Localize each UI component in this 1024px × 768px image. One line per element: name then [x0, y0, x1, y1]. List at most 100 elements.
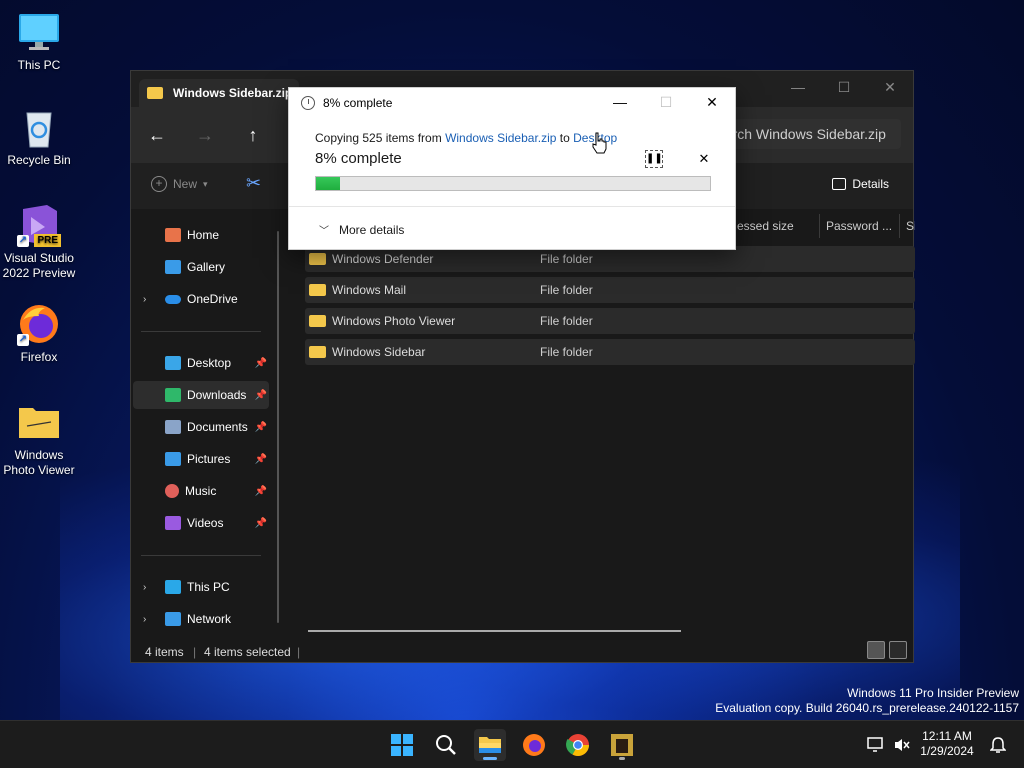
sidebar-label: Gallery [187, 260, 226, 274]
folder-icon [309, 253, 326, 265]
pin-icon[interactable]: 📌 [255, 358, 267, 369]
cloud-icon [165, 294, 181, 304]
sidebar-scrollbar[interactable] [277, 231, 279, 623]
search-button[interactable] [430, 729, 462, 761]
shortcut-arrow-icon: ↗ [17, 334, 29, 346]
back-button[interactable]: ← [145, 123, 169, 147]
copy-progress-dialog: 8% complete — ☐ ✕ Copying 525 items from… [288, 87, 736, 250]
new-button[interactable]: + New ▾ [151, 176, 208, 192]
dialog-title: 8% complete [323, 96, 393, 110]
table-row[interactable]: Windows Sidebar File folder [305, 339, 915, 365]
clock-time: 12:11 AM [922, 729, 972, 743]
desktop-icon-recycle-bin[interactable]: Recycle Bin [0, 105, 78, 168]
divider [289, 206, 735, 207]
window-controls: — ☐ ✕ [775, 71, 913, 103]
column-header-compressed-size[interactable]: essed size [731, 214, 819, 238]
sidebar-item-desktop[interactable]: Desktop 📌 [133, 349, 269, 377]
notification-bell-icon[interactable] [984, 729, 1012, 761]
column-header-password[interactable]: Password ... [819, 214, 899, 238]
more-details-button[interactable]: ﹀ More details [319, 222, 404, 238]
dialog-minimize-button[interactable]: — [597, 88, 643, 116]
recycle-bin-icon [17, 105, 61, 149]
sidebar-item-videos[interactable]: Videos 📌 [133, 509, 269, 537]
sidebar-item-home[interactable]: Home [133, 221, 269, 249]
desktop-icon-photo-viewer[interactable]: Windows Photo Viewer [0, 400, 78, 478]
details-pane-icon [832, 178, 847, 190]
pin-icon[interactable]: 📌 [255, 454, 267, 465]
home-icon [165, 228, 181, 242]
sidebar-label: This PC [187, 580, 230, 594]
sidebar-item-network[interactable]: › Network [133, 605, 269, 633]
sidebar-item-this-pc[interactable]: › This PC [133, 573, 269, 601]
chrome-icon [566, 734, 589, 756]
network-icon [165, 612, 181, 626]
hand-cursor-icon [590, 131, 608, 155]
chevron-down-icon: ﹀ [319, 226, 329, 237]
sidebar-item-gallery[interactable]: Gallery [133, 253, 269, 281]
dialog-maximize-button: ☐ [659, 93, 673, 110]
copy-prefix: Copying 525 items from [315, 131, 446, 145]
folder-icon [479, 737, 501, 753]
tiles-view-button[interactable] [889, 641, 907, 659]
cancel-copy-button[interactable]: ✕ [695, 150, 713, 168]
sidebar-item-documents[interactable]: Documents 📌 [133, 413, 269, 441]
copy-status-line: Copying 525 items from Windows Sidebar.z… [315, 131, 617, 145]
os-watermark: Windows 11 Pro Insider Preview Evaluatio… [715, 686, 1019, 716]
music-icon [165, 484, 179, 498]
maximize-button[interactable]: ☐ [821, 71, 867, 103]
pin-icon[interactable]: 📌 [255, 390, 267, 401]
sidebar-label: Downloads [187, 388, 247, 402]
forward-button[interactable]: → [193, 123, 217, 147]
network-tray-icon[interactable] [862, 729, 890, 761]
dialog-close-button[interactable]: ✕ [689, 88, 735, 116]
horizontal-scrollbar[interactable] [308, 630, 681, 632]
pause-button[interactable]: ❚❚ [645, 150, 663, 168]
sidebar-label: Documents [187, 420, 248, 434]
desktop-icon-visual-studio[interactable]: PRE ↗ Visual Studio 2022 Preview [0, 203, 78, 281]
table-row[interactable]: Windows Photo Viewer File folder [305, 308, 915, 334]
taskbar-firefox[interactable] [518, 729, 550, 761]
taskbar-photo-viewer[interactable] [606, 729, 638, 761]
taskbar-chrome[interactable] [562, 729, 594, 761]
chevron-down-icon: ▾ [203, 178, 208, 189]
desktop-icon-label: Visual Studio 2022 Preview [2, 251, 76, 280]
tab-title: Windows Sidebar.zip [173, 86, 293, 100]
table-row[interactable]: Windows Mail File folder [305, 277, 915, 303]
close-button[interactable]: ✕ [867, 71, 913, 103]
folder-icon [309, 315, 326, 327]
start-button[interactable] [386, 729, 418, 761]
desktop-icon-this-pc[interactable]: This PC [0, 10, 78, 73]
taskbar-file-explorer[interactable] [474, 729, 506, 761]
search-input[interactable]: earch Windows Sidebar.zip [711, 119, 901, 149]
chevron-right-icon[interactable]: › [143, 294, 157, 305]
details-view-button[interactable] [867, 641, 885, 659]
minimize-button[interactable]: — [775, 71, 821, 103]
zip-folder-icon [147, 87, 163, 99]
sidebar-item-downloads[interactable]: Downloads 📌 [133, 381, 269, 409]
source-link[interactable]: Windows Sidebar.zip [445, 131, 556, 145]
sidebar-item-pictures[interactable]: Pictures 📌 [133, 445, 269, 473]
selected-count: 4 items selected [204, 645, 291, 659]
pin-icon[interactable]: 📌 [255, 518, 267, 529]
chevron-right-icon[interactable]: › [143, 614, 157, 625]
status-divider: | [193, 645, 197, 659]
divider [141, 555, 261, 556]
status-bar: 4 items | 4 items selected | [131, 641, 913, 663]
copy-to: to [556, 131, 574, 145]
up-button[interactable]: ↑ [241, 123, 265, 147]
sidebar-item-music[interactable]: Music 📌 [133, 477, 269, 505]
status-divider: | [297, 645, 301, 659]
column-header-size[interactable]: Si [899, 214, 915, 238]
tab-windows-sidebar-zip[interactable]: Windows Sidebar.zip [139, 79, 299, 107]
chevron-right-icon[interactable]: › [143, 582, 157, 593]
sidebar-item-onedrive[interactable]: › OneDrive [133, 285, 269, 313]
pin-icon[interactable]: 📌 [255, 486, 267, 497]
cut-icon[interactable]: ✂ [246, 173, 261, 194]
search-icon [436, 735, 456, 755]
system-clock[interactable]: 12:11 AM 1/29/2024 [912, 729, 982, 759]
details-button[interactable]: Details [832, 177, 889, 191]
desktop-icon-firefox[interactable]: ↗ Firefox [0, 302, 78, 365]
divider [141, 331, 261, 332]
pin-icon[interactable]: 📌 [255, 422, 267, 433]
watermark-line-2: Evaluation copy. Build 26040.rs_prerelea… [715, 701, 1019, 715]
